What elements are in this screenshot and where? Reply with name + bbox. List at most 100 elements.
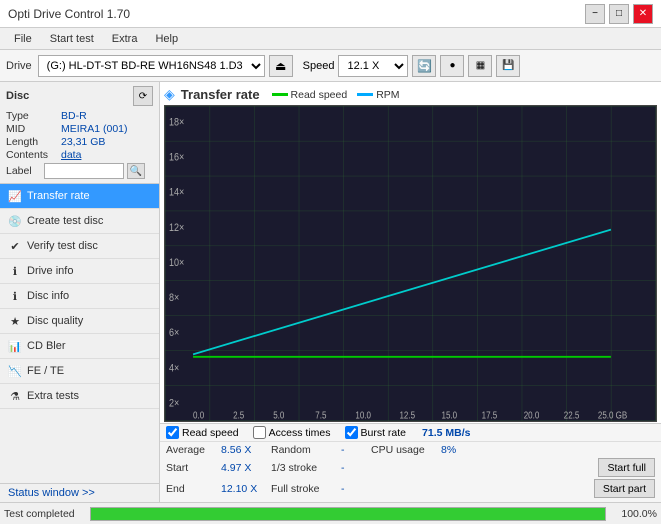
rpm-legend-label: RPM bbox=[376, 89, 399, 101]
stat-row-average: Average 8.56 X Random - CPU usage 8% bbox=[166, 444, 655, 456]
access-times-checkbox-item: Access times bbox=[253, 426, 331, 439]
chart-icon: ◈ bbox=[164, 86, 175, 103]
disc-length-label: Length bbox=[6, 136, 61, 148]
transfer-rate-icon: 📈 bbox=[8, 189, 22, 203]
disc-mid-value: MEIRA1 (001) bbox=[61, 123, 128, 135]
stroke-1-3-label: 1/3 stroke bbox=[271, 462, 341, 474]
burst-rate-checkbox[interactable] bbox=[345, 426, 358, 439]
nav-item-drive-info[interactable]: ℹ Drive info bbox=[0, 259, 159, 284]
access-times-checkbox[interactable] bbox=[253, 426, 266, 439]
disc-refresh-button[interactable]: ⟳ bbox=[133, 86, 153, 106]
read-speed-checkbox[interactable] bbox=[166, 426, 179, 439]
menu-bar: File Start test Extra Help bbox=[0, 28, 661, 50]
disc-panel: Disc ⟳ Type BD-R MID MEIRA1 (001) Length… bbox=[0, 82, 159, 184]
chart-container: ◈ Transfer rate Read speed RPM bbox=[160, 82, 661, 423]
extra-tests-icon: ⚗ bbox=[8, 389, 22, 403]
stat-row-start: Start 4.97 X 1/3 stroke - Start full bbox=[166, 458, 655, 477]
drive-selector[interactable]: (G:) HL-DT-ST BD-RE WH16NS48 1.D3 bbox=[38, 55, 265, 77]
close-button[interactable]: ✕ bbox=[633, 4, 653, 24]
status-window-button[interactable]: Status window >> bbox=[0, 483, 159, 502]
status-bar: Test completed 100.0% bbox=[0, 502, 661, 524]
nav-item-transfer-rate[interactable]: 📈 Transfer rate bbox=[0, 184, 159, 209]
nav-item-disc-quality[interactable]: ★ Disc quality bbox=[0, 309, 159, 334]
disc-type-value: BD-R bbox=[61, 110, 87, 122]
read-speed-checkbox-item: Read speed bbox=[166, 426, 239, 439]
svg-text:18×: 18× bbox=[169, 117, 184, 129]
nav-item-verify-test-disc[interactable]: ✔ Verify test disc bbox=[0, 234, 159, 259]
nav-item-create-test-disc[interactable]: 💿 Create test disc bbox=[0, 209, 159, 234]
maximize-button[interactable]: □ bbox=[609, 4, 629, 24]
title-bar: Opti Drive Control 1.70 − □ ✕ bbox=[0, 0, 661, 28]
sidebar: Disc ⟳ Type BD-R MID MEIRA1 (001) Length… bbox=[0, 82, 160, 502]
svg-text:2×: 2× bbox=[169, 398, 179, 410]
average-label: Average bbox=[166, 444, 221, 456]
menu-start-test[interactable]: Start test bbox=[42, 31, 102, 47]
end-label: End bbox=[166, 483, 221, 495]
progress-bar bbox=[90, 507, 606, 521]
status-window-label: Status window >> bbox=[8, 487, 95, 499]
nav-item-cd-bler[interactable]: 📊 CD Bler bbox=[0, 334, 159, 359]
svg-text:12.5: 12.5 bbox=[399, 410, 415, 421]
menu-file[interactable]: File bbox=[6, 31, 40, 47]
refresh-button[interactable]: 🔄 bbox=[412, 55, 436, 77]
progress-percentage: 100.0% bbox=[612, 508, 657, 520]
disc-quality-icon: ★ bbox=[8, 314, 22, 328]
access-times-checkbox-label: Access times bbox=[269, 427, 331, 439]
svg-text:16×: 16× bbox=[169, 152, 184, 164]
svg-text:4×: 4× bbox=[169, 363, 179, 375]
burn-button[interactable]: ● bbox=[440, 55, 464, 77]
disc-header: Disc ⟳ bbox=[6, 86, 153, 106]
nav-item-disc-info[interactable]: ℹ Disc info bbox=[0, 284, 159, 309]
svg-text:14×: 14× bbox=[169, 187, 184, 199]
disc-info-icon: ℹ bbox=[8, 289, 22, 303]
disc-contents-label: Contents bbox=[6, 149, 61, 161]
burst-rate-value: 71.5 MB/s bbox=[422, 427, 470, 439]
legend-rpm: RPM bbox=[357, 89, 399, 101]
svg-text:7.5: 7.5 bbox=[315, 410, 326, 421]
burst-rate-checkbox-label: Burst rate bbox=[361, 427, 407, 439]
svg-text:17.5: 17.5 bbox=[482, 410, 498, 421]
svg-text:2.5: 2.5 bbox=[233, 410, 244, 421]
drive-label: Drive bbox=[6, 60, 32, 72]
cd-bler-icon: 📊 bbox=[8, 339, 22, 353]
disc-length-value: 23,31 GB bbox=[61, 136, 105, 148]
drive-info-icon: ℹ bbox=[8, 264, 22, 278]
start-full-button[interactable]: Start full bbox=[598, 458, 655, 477]
speed-selector[interactable]: 12.1 X bbox=[338, 55, 408, 77]
average-value: 8.56 X bbox=[221, 444, 271, 456]
disc-label-input[interactable] bbox=[44, 163, 124, 179]
chart-svg-wrapper: 18× 16× 14× 12× 10× 8× 6× 4× 2× 0.0 2.5 … bbox=[164, 105, 657, 422]
svg-text:15.0: 15.0 bbox=[442, 410, 458, 421]
menu-help[interactable]: Help bbox=[147, 31, 186, 47]
disc-label-button[interactable]: 🔍 bbox=[127, 163, 145, 179]
minimize-button[interactable]: − bbox=[585, 4, 605, 24]
eject-button[interactable]: ⏏ bbox=[269, 55, 293, 77]
verify-test-disc-icon: ✔ bbox=[8, 239, 22, 253]
disc-label-key: Label bbox=[6, 165, 41, 177]
chart-svg: 18× 16× 14× 12× 10× 8× 6× 4× 2× 0.0 2.5 … bbox=[164, 105, 657, 422]
chart-legend: Read speed RPM bbox=[272, 89, 400, 101]
create-test-disc-icon: 💿 bbox=[8, 214, 22, 228]
read-speed-checkbox-label: Read speed bbox=[182, 427, 239, 439]
disc-mid-label: MID bbox=[6, 123, 61, 135]
fe-te-icon: 📉 bbox=[8, 364, 22, 378]
full-stroke-value: - bbox=[341, 483, 371, 495]
nav-item-fe-te[interactable]: 📉 FE / TE bbox=[0, 359, 159, 384]
chart-title-bar: ◈ Transfer rate Read speed RPM bbox=[164, 86, 657, 103]
nav-items: 📈 Transfer rate 💿 Create test disc ✔ Ver… bbox=[0, 184, 159, 483]
svg-text:0.0: 0.0 bbox=[193, 410, 204, 421]
toolbar: Drive (G:) HL-DT-ST BD-RE WH16NS48 1.D3 … bbox=[0, 50, 661, 82]
disc-type-row: Type BD-R bbox=[6, 110, 153, 122]
svg-text:10.0: 10.0 bbox=[355, 410, 371, 421]
start-part-button[interactable]: Start part bbox=[594, 479, 655, 498]
save-button[interactable]: 💾 bbox=[496, 55, 520, 77]
svg-text:25.0 GB: 25.0 GB bbox=[598, 410, 627, 421]
disc-image-button[interactable]: ▦ bbox=[468, 55, 492, 77]
menu-extra[interactable]: Extra bbox=[104, 31, 146, 47]
disc-mid-row: MID MEIRA1 (001) bbox=[6, 123, 153, 135]
disc-contents-value[interactable]: data bbox=[61, 149, 81, 161]
legend-read-speed: Read speed bbox=[272, 89, 348, 101]
read-speed-legend-label: Read speed bbox=[291, 89, 348, 101]
stat-row-end: End 12.10 X Full stroke - Start part bbox=[166, 479, 655, 498]
nav-item-extra-tests[interactable]: ⚗ Extra tests bbox=[0, 384, 159, 409]
